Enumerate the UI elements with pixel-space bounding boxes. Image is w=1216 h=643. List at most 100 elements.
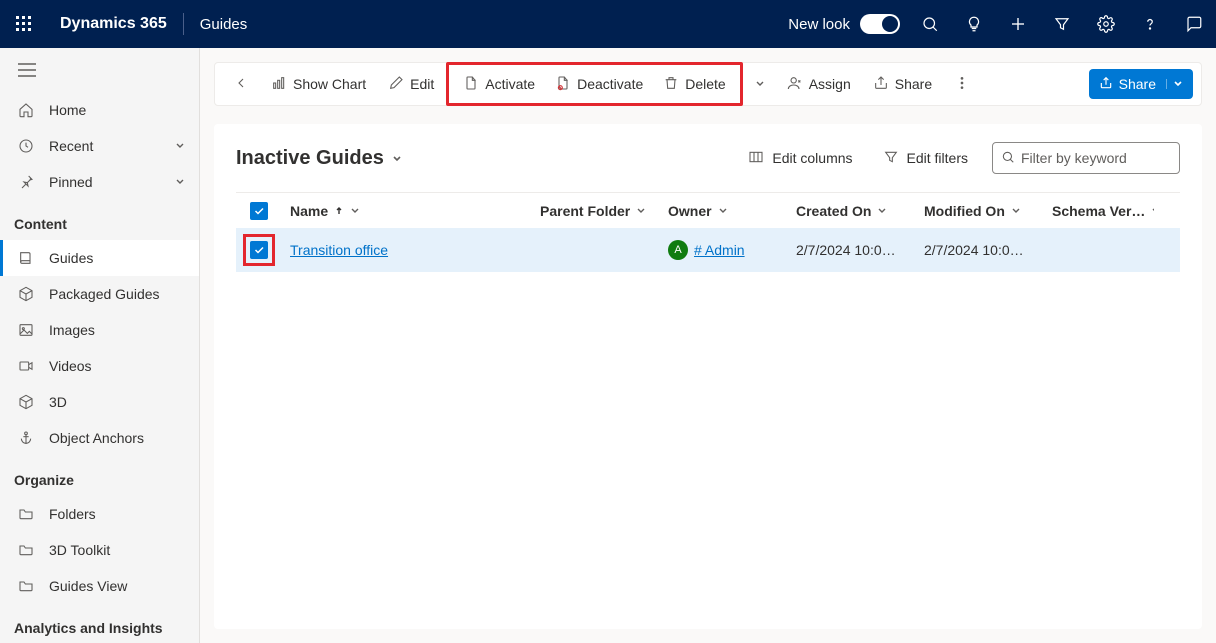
row-modified: 2/7/2024 10:0…	[916, 242, 1044, 258]
edit-filters-button[interactable]: Edit filters	[877, 145, 974, 172]
column-parent[interactable]: Parent Folder	[532, 203, 660, 219]
edit-button[interactable]: Edit	[378, 66, 444, 102]
cmd-label: Show Chart	[293, 76, 366, 92]
main-area: Show Chart Edit Activate Deactivate Dele…	[200, 48, 1216, 643]
cmd-label: Activate	[485, 76, 535, 92]
col-label: Created On	[796, 203, 871, 219]
nav-label: Packaged Guides	[49, 286, 160, 302]
nav-label: Videos	[49, 358, 92, 374]
table-row[interactable]: Transition office A # Admin 2/7/2024 10:…	[236, 228, 1180, 272]
nav-label: 3D	[49, 394, 67, 410]
columns-icon	[748, 149, 764, 168]
nav-label: Folders	[49, 506, 96, 522]
view-title[interactable]: Inactive Guides	[236, 147, 402, 170]
nav-pinned[interactable]: Pinned	[0, 164, 199, 200]
help-icon[interactable]	[1128, 0, 1172, 48]
nav-packaged-guides[interactable]: Packaged Guides	[0, 276, 199, 312]
nav-folders[interactable]: Folders	[0, 496, 199, 532]
chevron-down-icon	[175, 174, 185, 190]
nav-label: Pinned	[49, 174, 93, 190]
checkbox-checked-icon	[250, 241, 268, 259]
column-owner[interactable]: Owner	[660, 203, 788, 219]
cmd-label: Edit	[410, 76, 434, 92]
lightbulb-icon[interactable]	[952, 0, 996, 48]
chevron-down-icon	[350, 203, 360, 219]
sidebar: Home Recent Pinned Content Guides Packag…	[0, 48, 200, 643]
row-owner[interactable]: A # Admin	[660, 240, 788, 260]
activate-icon	[463, 75, 479, 94]
column-name[interactable]: Name	[282, 203, 532, 219]
overflow-button[interactable]	[944, 66, 980, 102]
nav-home[interactable]: Home	[0, 92, 199, 128]
column-schema[interactable]: Schema Ver…	[1044, 203, 1154, 219]
search-input[interactable]	[1021, 150, 1202, 166]
row-checkbox[interactable]	[236, 234, 282, 266]
share-icon	[873, 75, 889, 94]
share-button[interactable]: Share	[863, 66, 942, 102]
cmd-label: Share	[895, 76, 932, 92]
package-icon	[17, 285, 35, 303]
more-vertical-icon	[954, 75, 970, 94]
view-title-text: Inactive Guides	[236, 147, 384, 170]
search-icon	[1001, 150, 1015, 167]
gear-icon[interactable]	[1084, 0, 1128, 48]
cmd-label: Assign	[809, 76, 851, 92]
nav-guides[interactable]: Guides	[0, 240, 199, 276]
content-area: Inactive Guides Edit columns Edit filter…	[214, 124, 1202, 629]
col-label: Modified On	[924, 203, 1005, 219]
section-analytics: Analytics and Insights	[0, 604, 199, 643]
app-name[interactable]: Guides	[188, 16, 260, 33]
delete-dropdown[interactable]	[745, 66, 775, 102]
nav-images[interactable]: Images	[0, 312, 199, 348]
row-created: 2/7/2024 10:0…	[788, 242, 916, 258]
edit-columns-button[interactable]: Edit columns	[742, 145, 858, 172]
label: Edit columns	[772, 150, 852, 166]
top-bar: Dynamics 365 Guides New look	[0, 0, 1216, 48]
nav-guides-view[interactable]: Guides View	[0, 568, 199, 604]
filter-icon[interactable]	[1040, 0, 1084, 48]
assign-button[interactable]: Assign	[777, 66, 861, 102]
col-label: Schema Ver…	[1052, 203, 1145, 219]
delete-button[interactable]: Delete	[653, 66, 735, 102]
owner-link[interactable]: # Admin	[694, 242, 745, 258]
column-modified[interactable]: Modified On	[916, 203, 1044, 219]
deactivate-button[interactable]: Deactivate	[545, 66, 653, 102]
record-link[interactable]: Transition office	[290, 242, 388, 258]
add-icon[interactable]	[996, 0, 1040, 48]
assign-icon	[787, 75, 803, 94]
column-created[interactable]: Created On	[788, 203, 916, 219]
share-primary-button[interactable]: Share	[1089, 69, 1193, 99]
select-all-checkbox[interactable]	[236, 202, 282, 220]
col-label: Owner	[668, 203, 712, 219]
chat-icon[interactable]	[1172, 0, 1216, 48]
col-label: Name	[290, 203, 328, 219]
row-name[interactable]: Transition office	[282, 242, 532, 258]
nav-label: Object Anchors	[49, 430, 144, 446]
chevron-down-icon	[718, 203, 728, 219]
back-button[interactable]	[223, 66, 259, 102]
chevron-down-icon[interactable]	[1166, 79, 1183, 89]
chevron-down-icon	[392, 147, 402, 170]
avatar: A	[668, 240, 688, 260]
search-box[interactable]	[992, 142, 1180, 174]
nav-videos[interactable]: Videos	[0, 348, 199, 384]
brand-label[interactable]: Dynamics 365	[48, 15, 179, 33]
toggle-switch[interactable]	[860, 14, 900, 34]
hamburger-icon[interactable]	[0, 48, 199, 92]
activate-button[interactable]: Activate	[453, 66, 545, 102]
nav-label: 3D Toolkit	[49, 542, 110, 558]
nav-3d[interactable]: 3D	[0, 384, 199, 420]
show-chart-button[interactable]: Show Chart	[261, 66, 376, 102]
search-icon[interactable]	[908, 0, 952, 48]
nav-recent[interactable]: Recent	[0, 128, 199, 164]
cube-icon	[17, 393, 35, 411]
new-look-toggle[interactable]: New look	[788, 14, 900, 34]
highlighted-checkbox	[243, 234, 275, 266]
nav-anchors[interactable]: Object Anchors	[0, 420, 199, 456]
nav-label: Home	[49, 102, 86, 118]
pin-icon	[17, 173, 35, 191]
waffle-icon[interactable]	[0, 0, 48, 48]
nav-3d-toolkit[interactable]: 3D Toolkit	[0, 532, 199, 568]
grid-header: Name Parent Folder Owner Created On	[236, 192, 1180, 228]
chart-icon	[271, 75, 287, 94]
